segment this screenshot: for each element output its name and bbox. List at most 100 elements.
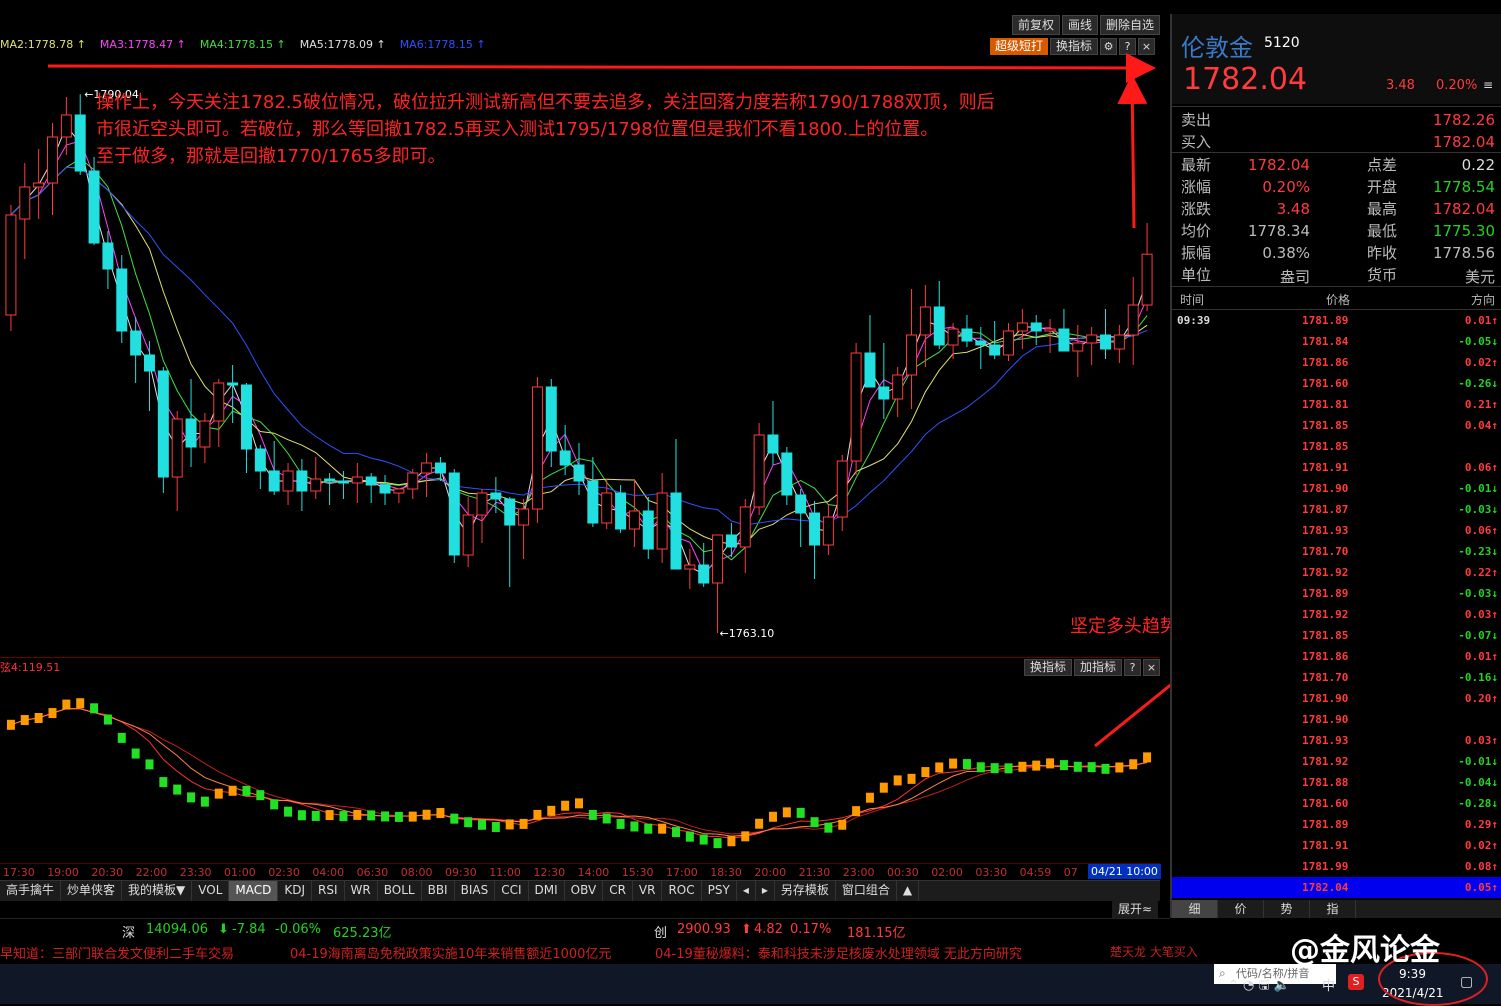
tick-price: 1781.86 bbox=[1302, 650, 1349, 663]
indicator-tab[interactable]: VOL bbox=[192, 881, 230, 901]
quote-tab[interactable]: 细 bbox=[1172, 900, 1218, 918]
tick-row[interactable]: 1781.60 -0.28↓ bbox=[1172, 793, 1501, 814]
indicator-tab[interactable]: 窗口组合 bbox=[836, 881, 897, 901]
indicator-tab[interactable]: OBV bbox=[565, 881, 604, 901]
candle-body bbox=[836, 460, 848, 518]
indicator-tab[interactable]: 我的模板▼ bbox=[122, 881, 193, 901]
candle-body bbox=[213, 382, 225, 422]
tick-row[interactable]: 1781.92 0.22↑ bbox=[1172, 562, 1501, 583]
restore-rights-dropdown[interactable]: 前复权 bbox=[1012, 15, 1061, 35]
ime-indicator[interactable]: 中 bbox=[1322, 975, 1335, 994]
tick-row[interactable]: 1781.87 -0.03↓ bbox=[1172, 499, 1501, 520]
help-icon[interactable]: ? bbox=[1119, 38, 1137, 55]
indicator-tab[interactable]: BBI bbox=[422, 881, 455, 901]
tick-row[interactable]: 1781.81 0.21↑ bbox=[1172, 394, 1501, 415]
sogou-icon[interactable]: S bbox=[1348, 974, 1364, 990]
quote-tab[interactable]: 势 bbox=[1264, 900, 1310, 918]
indicator-tab[interactable]: ▲ bbox=[897, 881, 920, 901]
indicator-tab[interactable]: ▸ bbox=[756, 881, 775, 901]
indicator-tab[interactable]: PSY bbox=[702, 881, 737, 901]
indicator-tab[interactable]: BIAS bbox=[455, 881, 496, 901]
quote-tab[interactable]: 指 bbox=[1310, 900, 1356, 918]
indicator-tab[interactable]: WR bbox=[345, 881, 378, 901]
tick-price: 1781.85 bbox=[1302, 419, 1349, 432]
tick-row[interactable]: 1781.85 bbox=[1172, 436, 1501, 457]
indicator-block bbox=[242, 785, 251, 796]
tick-row[interactable]: 1781.89 0.29↑ bbox=[1172, 814, 1501, 835]
indicator-tab[interactable]: ROC bbox=[662, 881, 702, 901]
indicator-tab[interactable]: ◂ bbox=[737, 881, 756, 901]
tick-row[interactable]: 1781.85 -0.07↓ bbox=[1172, 625, 1501, 646]
tick-row[interactable]: 09:39 1781.89 0.01↑ bbox=[1172, 310, 1501, 331]
news-item[interactable]: 早知道：三部门联合发文便利二手车交易 bbox=[0, 943, 234, 962]
tick-price: 1781.90 bbox=[1302, 713, 1349, 726]
indicator-tab[interactable]: CCI bbox=[495, 881, 529, 901]
indicator-tab[interactable]: KDJ bbox=[278, 881, 313, 901]
tick-row[interactable]: 1781.99 0.08↑ bbox=[1172, 856, 1501, 877]
time-axis-label: 12:30 bbox=[533, 866, 566, 879]
tick-row[interactable]: 1781.93 0.06↑ bbox=[1172, 520, 1501, 541]
tick-row[interactable]: 1781.86 0.01↑ bbox=[1172, 646, 1501, 667]
tick-row[interactable]: 1781.90 -0.01↓ bbox=[1172, 478, 1501, 499]
candle-body bbox=[1086, 334, 1098, 344]
tick-row[interactable]: 1781.70 -0.23↓ bbox=[1172, 541, 1501, 562]
tick-row[interactable]: 1782.04 0.05↑ bbox=[1172, 877, 1501, 898]
expand-button[interactable]: 展开≈ bbox=[1112, 900, 1159, 918]
news-item[interactable]: 楚天龙 大笔买入 bbox=[1110, 943, 1198, 960]
indicator-tab[interactable]: DMI bbox=[529, 881, 565, 901]
delete-favorite-button[interactable]: 删除自选 bbox=[1100, 15, 1161, 35]
candle-body bbox=[351, 476, 363, 484]
tick-row[interactable]: 1781.85 0.04↑ bbox=[1172, 415, 1501, 436]
draw-line-button[interactable]: 画线 bbox=[1062, 15, 1099, 35]
tick-row[interactable]: 1781.70 -0.16↓ bbox=[1172, 667, 1501, 688]
tray-icons[interactable]: ⌃ ◔ 🖫 🔈 bbox=[1228, 976, 1290, 998]
tick-row[interactable]: 1781.60 -0.26↓ bbox=[1172, 373, 1501, 394]
tick-row[interactable]: 1781.91 0.02↑ bbox=[1172, 835, 1501, 856]
menu-icon[interactable]: ≡ bbox=[1483, 78, 1493, 92]
divider bbox=[1172, 286, 1501, 287]
indicator-subchart[interactable] bbox=[0, 672, 1160, 862]
candle-body bbox=[1100, 334, 1111, 350]
time-axis-label: 02:30 bbox=[268, 866, 300, 879]
time-axis-label: 09:30 bbox=[445, 866, 477, 879]
news-item[interactable]: 04-19董秘爆料：泰和科技未涉足核废水处理领域 无此方向研究 bbox=[655, 943, 1022, 962]
tick-row[interactable]: 1781.90 0.20↑ bbox=[1172, 688, 1501, 709]
candle-body bbox=[421, 462, 433, 474]
indicator-block bbox=[422, 809, 431, 820]
tick-row[interactable]: 1781.92 -0.01↓ bbox=[1172, 751, 1501, 772]
tick-row[interactable]: 1781.84 -0.05↓ bbox=[1172, 331, 1501, 352]
gear-icon[interactable]: ⚙ bbox=[1100, 38, 1118, 55]
indicator-tab[interactable]: BOLL bbox=[378, 881, 422, 901]
candle-body bbox=[684, 564, 696, 570]
tick-row[interactable]: 1781.89 -0.03↓ bbox=[1172, 583, 1501, 604]
indicator-tab[interactable]: MACD bbox=[229, 881, 279, 901]
tick-direction: -0.28↓ bbox=[1458, 797, 1498, 810]
indicator-tab[interactable]: 炒单侠客 bbox=[61, 881, 123, 901]
close-icon[interactable]: × bbox=[1138, 38, 1156, 55]
indicator-tab[interactable]: 高手擒牛 bbox=[0, 881, 62, 901]
tick-direction: 0.20↑ bbox=[1464, 692, 1498, 705]
tick-row[interactable]: 1781.93 0.03↑ bbox=[1172, 730, 1501, 751]
chart-divider bbox=[0, 657, 1160, 658]
candle-body bbox=[1141, 253, 1153, 306]
indicator-tab[interactable]: 另存模板 bbox=[775, 881, 836, 901]
news-item[interactable]: 04-19海南离岛免税政策实施10年来销售额近1000亿元 bbox=[290, 943, 611, 962]
tick-row[interactable]: 1781.88 -0.04↓ bbox=[1172, 772, 1501, 793]
tick-row[interactable]: 1781.86 0.02↑ bbox=[1172, 352, 1501, 373]
price-change: 3.48 bbox=[1386, 78, 1415, 93]
candle-body bbox=[1058, 328, 1070, 352]
quote-tab[interactable]: 价 bbox=[1218, 900, 1264, 918]
tick-row[interactable]: 1781.90 bbox=[1172, 709, 1501, 730]
super-short-button[interactable]: 超级短打 bbox=[990, 38, 1049, 55]
tick-row[interactable]: 1781.92 0.03↑ bbox=[1172, 604, 1501, 625]
indicator-tab[interactable]: VR bbox=[633, 881, 663, 901]
tick-row[interactable]: 1781.91 0.06↑ bbox=[1172, 457, 1501, 478]
indicator-block bbox=[547, 805, 556, 816]
candle-body bbox=[725, 534, 737, 548]
indicator-tab[interactable]: CR bbox=[603, 881, 633, 901]
tick-price: 1781.88 bbox=[1302, 776, 1349, 789]
cy-value: 2900.93 bbox=[677, 922, 731, 937]
indicator-block bbox=[519, 818, 528, 829]
indicator-tab[interactable]: RSI bbox=[312, 881, 345, 901]
swap-indicator-button[interactable]: 换指标 bbox=[1050, 38, 1099, 55]
